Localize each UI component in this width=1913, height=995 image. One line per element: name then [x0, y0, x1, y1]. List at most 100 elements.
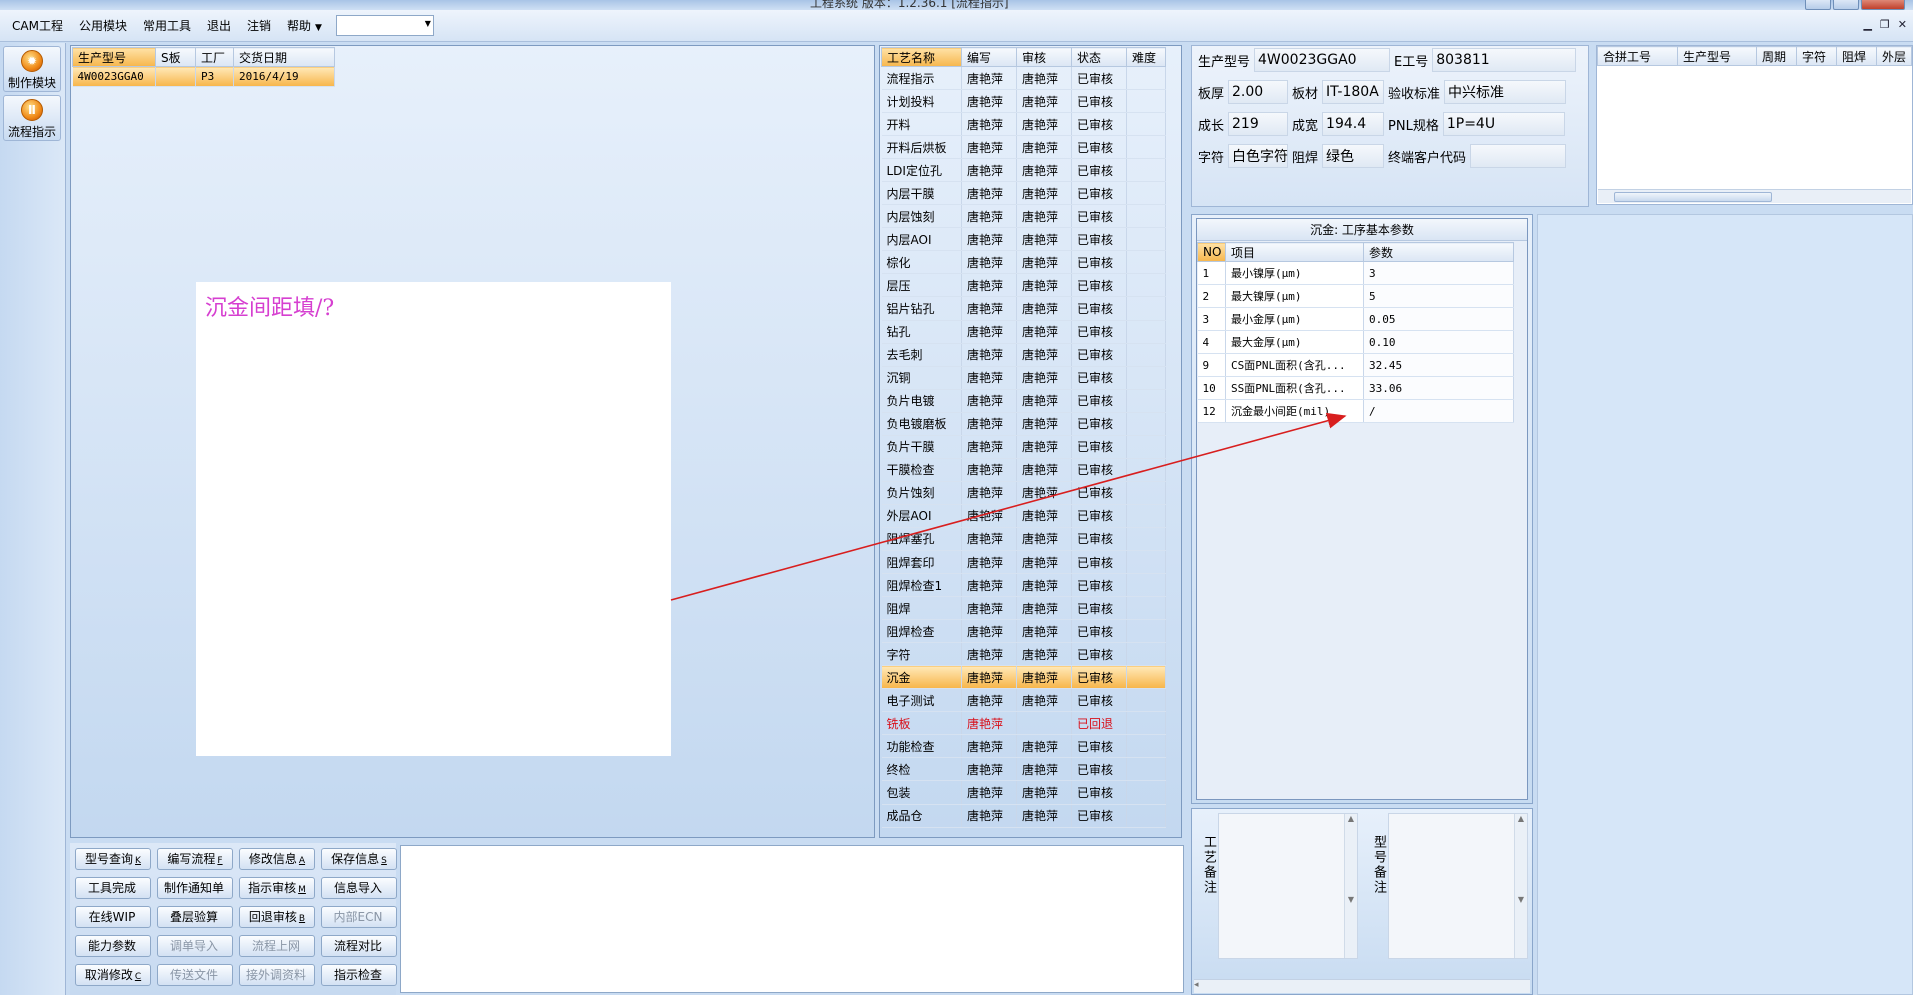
process-row[interactable]: 开料 唐艳萍 唐艳萍 已审核: [881, 112, 1166, 137]
col-difficulty[interactable]: 难度: [1126, 47, 1166, 67]
mdi-restore-icon[interactable]: ❐: [1880, 18, 1890, 31]
col-param[interactable]: 参数: [1363, 242, 1514, 262]
mdi-close-icon[interactable]: ✕: [1898, 18, 1907, 31]
col-merge-eno[interactable]: 合拼工号: [1597, 46, 1678, 66]
action-button-12[interactable]: 能力参数: [75, 935, 151, 957]
pnl-field[interactable]: 1P=4U: [1442, 112, 1565, 136]
col-merge-model[interactable]: 生产型号: [1677, 46, 1757, 66]
notes-hscrollbar[interactable]: ◂: [1194, 979, 1530, 993]
action-button-8[interactable]: 在线WIP: [75, 906, 151, 928]
process-row[interactable]: 内层AOI 唐艳萍 唐艳萍 已审核: [881, 227, 1166, 252]
process-row[interactable]: 内层干膜 唐艳萍 唐艳萍 已审核: [881, 181, 1166, 206]
col-delivery[interactable]: 交货日期: [233, 47, 335, 67]
menu-exit[interactable]: 退出: [199, 17, 239, 34]
close-button[interactable]: [1861, 0, 1905, 10]
process-notes-vscroll[interactable]: ▲ ▼: [1344, 814, 1357, 958]
menu-logout[interactable]: 注销: [239, 17, 279, 34]
process-row[interactable]: 电子测试 唐艳萍 唐艳萍 已审核: [881, 688, 1166, 713]
model-notes-vscroll[interactable]: ▲ ▼: [1514, 814, 1527, 958]
action-button-19[interactable]: 指示检查: [321, 964, 397, 986]
param-row[interactable]: 9 CS面PNL面积(含孔... 32.45: [1197, 353, 1514, 377]
width-field[interactable]: 194.4: [1322, 112, 1385, 136]
col-reviewer[interactable]: 审核: [1016, 47, 1072, 67]
process-row[interactable]: 负电镀磨板 唐艳萍 唐艳萍 已审核: [881, 412, 1166, 436]
process-row[interactable]: 负片干膜 唐艳萍 唐艳萍 已审核: [881, 435, 1166, 459]
process-row[interactable]: 铝片钻孔 唐艳萍 唐艳萍 已审核: [881, 296, 1166, 321]
process-row[interactable]: 沉金 唐艳萍 唐艳萍 已审核: [881, 665, 1166, 690]
col-merge-cycle[interactable]: 周期: [1756, 46, 1797, 66]
menu-help[interactable]: 帮助 ▼: [279, 17, 330, 34]
menu-combo-box[interactable]: ▼: [335, 15, 434, 36]
process-row[interactable]: 成品仓 唐艳萍 唐艳萍 已审核: [881, 804, 1166, 828]
param-row[interactable]: 10 SS面PNL面积(含孔... 33.06: [1197, 376, 1514, 400]
process-row[interactable]: 去毛刺 唐艳萍 唐艳萍 已审核: [881, 343, 1166, 367]
process-row[interactable]: 负片蚀刻 唐艳萍 唐艳萍 已审核: [881, 481, 1166, 505]
process-row[interactable]: 字符 唐艳萍 唐艳萍 已审核: [881, 642, 1166, 667]
action-button-10[interactable]: 回退审核 B: [239, 906, 315, 928]
action-button-17[interactable]: 传送文件: [157, 964, 233, 986]
action-button-16[interactable]: 取消修改 C: [75, 964, 151, 986]
process-row[interactable]: 阻焊套印 唐艳萍 唐艳萍 已审核: [881, 550, 1166, 575]
col-merge-mask[interactable]: 阻焊: [1836, 46, 1877, 66]
col-writer[interactable]: 编写: [961, 47, 1017, 67]
minimize-button[interactable]: [1805, 0, 1831, 10]
process-row[interactable]: 内层蚀刻 唐艳萍 唐艳萍 已审核: [881, 204, 1166, 229]
col-no[interactable]: NO: [1197, 242, 1226, 262]
eno-field[interactable]: 803811: [1432, 48, 1577, 72]
flow-indicate-button[interactable]: Ⅱ 流程指示: [3, 95, 61, 141]
param-row[interactable]: 1 最小镍厚(μm) 3: [1197, 261, 1514, 285]
process-row[interactable]: 计划投料 唐艳萍 唐艳萍 已审核: [881, 89, 1166, 114]
action-button-13[interactable]: 调单导入: [157, 935, 233, 957]
menu-cam[interactable]: CAM工程: [4, 17, 71, 34]
action-button-9[interactable]: 叠层验算: [157, 906, 233, 928]
process-row[interactable]: 层压 唐艳萍 唐艳萍 已审核: [881, 273, 1166, 298]
action-button-1[interactable]: 编写流程 F: [157, 848, 233, 870]
mask-field[interactable]: 绿色: [1322, 144, 1385, 168]
menu-common-module[interactable]: 公用模块: [71, 17, 135, 34]
process-row[interactable]: 阻焊检查1 唐艳萍 唐艳萍 已审核: [881, 573, 1166, 598]
process-row[interactable]: 负片电镀 唐艳萍 唐艳萍 已审核: [881, 389, 1166, 413]
process-row[interactable]: 铣板 唐艳萍 已回退: [881, 711, 1166, 736]
action-button-5[interactable]: 制作通知单: [157, 877, 233, 899]
process-row[interactable]: 阻焊塞孔 唐艳萍 唐艳萍 已审核: [881, 527, 1166, 551]
accept-field[interactable]: 中兴标准: [1444, 80, 1567, 104]
action-button-2[interactable]: 修改信息 A: [239, 848, 315, 870]
model-field[interactable]: 4W0023GGA0: [1254, 48, 1391, 72]
process-row[interactable]: 终检 唐艳萍 唐艳萍 已审核: [881, 757, 1166, 782]
col-sboard[interactable]: S板: [155, 47, 196, 67]
process-row[interactable]: 钻孔 唐艳萍 唐艳萍 已审核: [881, 320, 1166, 344]
process-row[interactable]: LDI定位孔 唐艳萍 唐艳萍 已审核: [881, 158, 1166, 183]
action-button-6[interactable]: 指示审核 M: [239, 877, 315, 899]
action-button-4[interactable]: 工具完成: [75, 877, 151, 899]
model-notes-field[interactable]: ▲ ▼: [1388, 813, 1528, 959]
process-notes-field[interactable]: ▲ ▼: [1218, 813, 1358, 959]
process-row[interactable]: 开料后烘板 唐艳萍 唐艳萍 已审核: [881, 135, 1166, 160]
process-row[interactable]: 外层AOI 唐艳萍 唐艳萍 已审核: [881, 504, 1166, 528]
param-row[interactable]: 12 沉金最小间距(mil) /: [1197, 399, 1514, 423]
action-button-7[interactable]: 信息导入: [321, 877, 397, 899]
mdi-minimize-icon[interactable]: ▁: [1863, 18, 1871, 31]
action-button-0[interactable]: 型号查询 K: [75, 848, 151, 870]
customer-field[interactable]: [1470, 144, 1567, 168]
param-row[interactable]: 2 最大镍厚(μm) 5: [1197, 284, 1514, 308]
col-process-name[interactable]: 工艺名称: [881, 47, 962, 67]
param-row[interactable]: 4 最大金厚(μm) 0.10: [1197, 330, 1514, 354]
col-factory[interactable]: 工厂: [195, 47, 234, 67]
merge-hscrollbar[interactable]: [1598, 189, 1911, 203]
make-module-button[interactable]: ✹ 制作模块: [3, 46, 61, 92]
process-row[interactable]: 阻焊检查 唐艳萍 唐艳萍 已审核: [881, 619, 1166, 644]
maximize-button[interactable]: [1833, 0, 1859, 10]
process-row[interactable]: 包装 唐艳萍 唐艳萍 已审核: [881, 780, 1166, 805]
length-field[interactable]: 219: [1228, 112, 1289, 136]
material-field[interactable]: IT-180A: [1322, 80, 1385, 104]
action-button-14[interactable]: 流程上网: [239, 935, 315, 957]
param-row[interactable]: 3 最小金厚(μm) 0.05: [1197, 307, 1514, 331]
process-row[interactable]: 功能检查 唐艳萍 唐艳萍 已审核: [881, 734, 1166, 759]
action-button-18[interactable]: 接外调资料: [239, 964, 315, 986]
process-row[interactable]: 棕化 唐艳萍 唐艳萍 已审核: [881, 250, 1166, 275]
col-status[interactable]: 状态: [1071, 47, 1127, 67]
col-item[interactable]: 项目: [1225, 242, 1364, 262]
process-row[interactable]: 流程指示 唐艳萍 唐艳萍 已审核: [881, 66, 1166, 91]
thickness-field[interactable]: 2.00: [1228, 80, 1289, 104]
col-merge-char[interactable]: 字符: [1796, 46, 1837, 66]
